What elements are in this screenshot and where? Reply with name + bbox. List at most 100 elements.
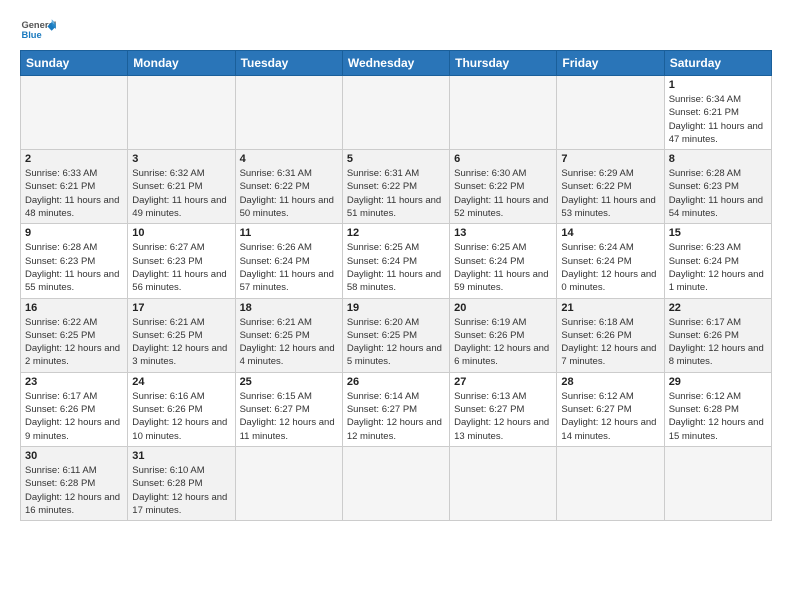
day-number: 6 <box>454 153 552 165</box>
column-header-wednesday: Wednesday <box>342 51 449 76</box>
day-number: 3 <box>132 153 230 165</box>
day-info: Sunrise: 6:18 AMSunset: 6:26 PMDaylight:… <box>561 316 659 369</box>
day-number: 27 <box>454 376 552 388</box>
day-number: 28 <box>561 376 659 388</box>
day-number: 2 <box>25 153 123 165</box>
day-number: 5 <box>347 153 445 165</box>
day-info: Sunrise: 6:26 AMSunset: 6:24 PMDaylight:… <box>240 241 338 294</box>
calendar-cell: 7Sunrise: 6:29 AMSunset: 6:22 PMDaylight… <box>557 150 664 224</box>
day-number: 10 <box>132 227 230 239</box>
day-info: Sunrise: 6:28 AMSunset: 6:23 PMDaylight:… <box>669 167 767 220</box>
calendar-cell: 31Sunrise: 6:10 AMSunset: 6:28 PMDayligh… <box>128 446 235 520</box>
day-number: 21 <box>561 302 659 314</box>
day-info: Sunrise: 6:31 AMSunset: 6:22 PMDaylight:… <box>240 167 338 220</box>
calendar-cell: 22Sunrise: 6:17 AMSunset: 6:26 PMDayligh… <box>664 298 771 372</box>
day-number: 29 <box>669 376 767 388</box>
day-number: 23 <box>25 376 123 388</box>
calendar-cell: 13Sunrise: 6:25 AMSunset: 6:24 PMDayligh… <box>450 224 557 298</box>
calendar-cell <box>21 76 128 150</box>
day-info: Sunrise: 6:28 AMSunset: 6:23 PMDaylight:… <box>25 241 123 294</box>
calendar-cell: 17Sunrise: 6:21 AMSunset: 6:25 PMDayligh… <box>128 298 235 372</box>
calendar-cell: 19 Sunrise: 6:20 AMSunset: 6:25 PMDayligh… <box>342 298 449 372</box>
calendar-cell: 20 Sunrise: 6:19 AMSunset: 6:26 PMDayligh… <box>450 298 557 372</box>
day-info: Sunrise: 6:34 AMSunset: 6:21 PMDaylight:… <box>669 93 767 146</box>
calendar-table: SundayMondayTuesdayWednesdayThursdayFrid… <box>20 50 772 521</box>
day-info: Sunrise: 6:30 AMSunset: 6:22 PMDaylight:… <box>454 167 552 220</box>
day-info: Sunrise: 6:11 AMSunset: 6:28 PMDaylight:… <box>25 464 123 517</box>
day-number: 12 <box>347 227 445 239</box>
calendar-cell: 28 Sunrise: 6:12 AMSunset: 6:27 PMDayligh… <box>557 372 664 446</box>
day-info: Sunrise: 6:14 AMSunset: 6:27 PMDaylight:… <box>347 390 445 443</box>
day-info: Sunrise: 6:12 AMSunset: 6:28 PMDaylight:… <box>669 390 767 443</box>
day-number: 17 <box>132 302 230 314</box>
calendar-cell: 3Sunrise: 6:32 AMSunset: 6:21 PMDaylight… <box>128 150 235 224</box>
calendar-cell <box>235 76 342 150</box>
column-header-tuesday: Tuesday <box>235 51 342 76</box>
calendar-cell: 9Sunrise: 6:28 AMSunset: 6:23 PMDaylight… <box>21 224 128 298</box>
day-headers-row: SundayMondayTuesdayWednesdayThursdayFrid… <box>21 51 772 76</box>
day-info: Sunrise: 6:10 AMSunset: 6:28 PMDaylight:… <box>132 464 230 517</box>
column-header-saturday: Saturday <box>664 51 771 76</box>
day-number: 15 <box>669 227 767 239</box>
day-info: Sunrise: 6:12 AMSunset: 6:27 PMDaylight:… <box>561 390 659 443</box>
calendar-cell: 30 Sunrise: 6:11 AMSunset: 6:28 PMDayligh… <box>21 446 128 520</box>
calendar-cell: 16 Sunrise: 6:22 AMSunset: 6:25 PMDayligh… <box>21 298 128 372</box>
day-number: 18 <box>240 302 338 314</box>
calendar-cell <box>664 446 771 520</box>
calendar-cell: 12 Sunrise: 6:25 AMSunset: 6:24 PMDayligh… <box>342 224 449 298</box>
calendar-week-4: 16 Sunrise: 6:22 AMSunset: 6:25 PMDayligh… <box>21 298 772 372</box>
day-number: 13 <box>454 227 552 239</box>
day-number: 8 <box>669 153 767 165</box>
calendar-cell <box>342 76 449 150</box>
calendar-cell: 5 Sunrise: 6:31 AMSunset: 6:22 PMDaylight… <box>342 150 449 224</box>
column-header-thursday: Thursday <box>450 51 557 76</box>
calendar-cell <box>557 446 664 520</box>
calendar-cell: 29 Sunrise: 6:12 AMSunset: 6:28 PMDayligh… <box>664 372 771 446</box>
calendar-cell: 8 Sunrise: 6:28 AMSunset: 6:23 PMDaylight… <box>664 150 771 224</box>
calendar-cell: 4 Sunrise: 6:31 AMSunset: 6:22 PMDaylight… <box>235 150 342 224</box>
day-number: 14 <box>561 227 659 239</box>
day-info: Sunrise: 6:22 AMSunset: 6:25 PMDaylight:… <box>25 316 123 369</box>
calendar-cell: 21 Sunrise: 6:18 AMSunset: 6:26 PMDayligh… <box>557 298 664 372</box>
svg-text:Blue: Blue <box>21 30 41 40</box>
day-info: Sunrise: 6:17 AMSunset: 6:26 PMDaylight:… <box>669 316 767 369</box>
calendar-cell: 2 Sunrise: 6:33 AMSunset: 6:21 PMDaylight… <box>21 150 128 224</box>
day-info: Sunrise: 6:13 AMSunset: 6:27 PMDaylight:… <box>454 390 552 443</box>
day-number: 4 <box>240 153 338 165</box>
day-number: 19 <box>347 302 445 314</box>
calendar-cell: 23 Sunrise: 6:17 AMSunset: 6:26 PMDayligh… <box>21 372 128 446</box>
day-info: Sunrise: 6:24 AMSunset: 6:24 PMDaylight:… <box>561 241 659 294</box>
calendar-week-6: 30 Sunrise: 6:11 AMSunset: 6:28 PMDayligh… <box>21 446 772 520</box>
column-header-sunday: Sunday <box>21 51 128 76</box>
calendar-week-5: 23 Sunrise: 6:17 AMSunset: 6:26 PMDayligh… <box>21 372 772 446</box>
day-number: 20 <box>454 302 552 314</box>
calendar-cell <box>235 446 342 520</box>
calendar-cell: 15Sunrise: 6:23 AMSunset: 6:24 PMDayligh… <box>664 224 771 298</box>
column-header-monday: Monday <box>128 51 235 76</box>
day-number: 7 <box>561 153 659 165</box>
calendar-cell: 26 Sunrise: 6:14 AMSunset: 6:27 PMDayligh… <box>342 372 449 446</box>
calendar-cell <box>128 76 235 150</box>
day-number: 1 <box>669 79 767 91</box>
day-info: Sunrise: 6:20 AMSunset: 6:25 PMDaylight:… <box>347 316 445 369</box>
calendar-cell: 6 Sunrise: 6:30 AMSunset: 6:22 PMDaylight… <box>450 150 557 224</box>
calendar-cell: 24Sunrise: 6:16 AMSunset: 6:26 PMDayligh… <box>128 372 235 446</box>
calendar-week-3: 9Sunrise: 6:28 AMSunset: 6:23 PMDaylight… <box>21 224 772 298</box>
day-info: Sunrise: 6:25 AMSunset: 6:24 PMDaylight:… <box>347 241 445 294</box>
day-number: 16 <box>25 302 123 314</box>
day-info: Sunrise: 6:17 AMSunset: 6:26 PMDaylight:… <box>25 390 123 443</box>
calendar-cell: 10Sunrise: 6:27 AMSunset: 6:23 PMDayligh… <box>128 224 235 298</box>
day-number: 30 <box>25 450 123 462</box>
day-info: Sunrise: 6:15 AMSunset: 6:27 PMDaylight:… <box>240 390 338 443</box>
calendar-cell: 27 Sunrise: 6:13 AMSunset: 6:27 PMDayligh… <box>450 372 557 446</box>
calendar-body: 1 Sunrise: 6:34 AMSunset: 6:21 PMDaylight… <box>21 76 772 521</box>
day-number: 11 <box>240 227 338 239</box>
day-info: Sunrise: 6:19 AMSunset: 6:26 PMDaylight:… <box>454 316 552 369</box>
day-info: Sunrise: 6:31 AMSunset: 6:22 PMDaylight:… <box>347 167 445 220</box>
calendar-cell: 1 Sunrise: 6:34 AMSunset: 6:21 PMDaylight… <box>664 76 771 150</box>
calendar-cell: 18 Sunrise: 6:21 AMSunset: 6:25 PMDayligh… <box>235 298 342 372</box>
day-number: 26 <box>347 376 445 388</box>
day-info: Sunrise: 6:21 AMSunset: 6:25 PMDaylight:… <box>240 316 338 369</box>
calendar-week-1: 1 Sunrise: 6:34 AMSunset: 6:21 PMDaylight… <box>21 76 772 150</box>
day-info: Sunrise: 6:33 AMSunset: 6:21 PMDaylight:… <box>25 167 123 220</box>
